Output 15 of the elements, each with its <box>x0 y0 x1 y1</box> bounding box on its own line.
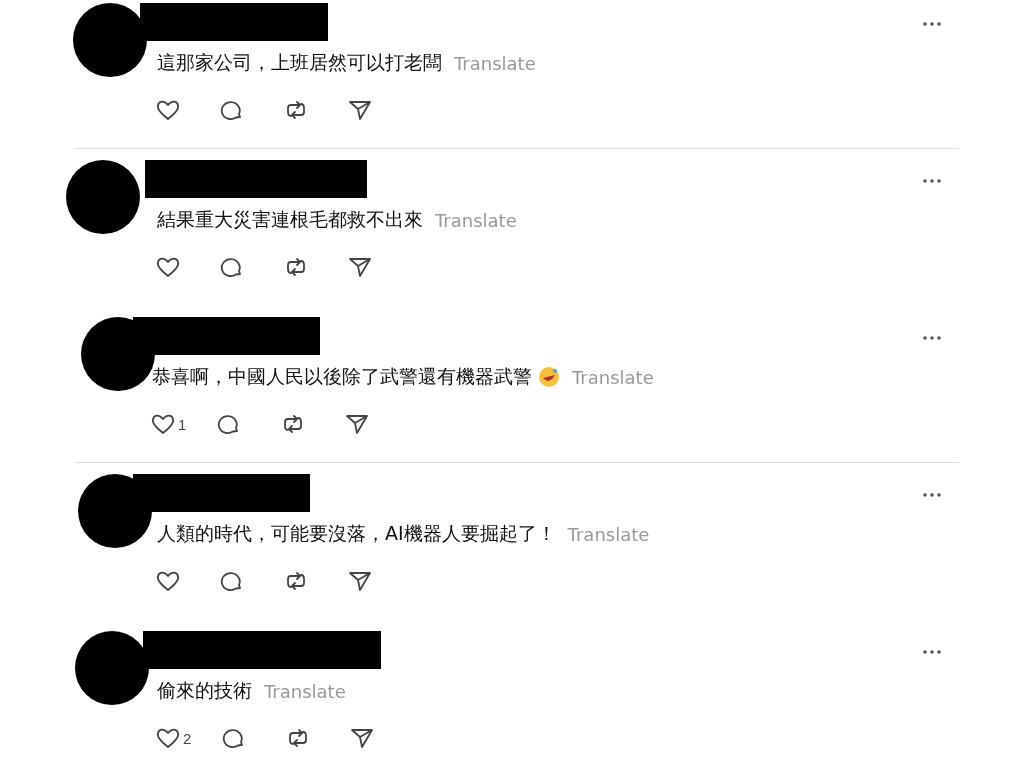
translate-link[interactable]: Translate <box>572 366 654 388</box>
comment-text: 結果重大災害連根毛都救不出來 <box>157 207 423 232</box>
translate-link[interactable]: Translate <box>454 52 536 74</box>
more-options-icon[interactable] <box>922 21 942 27</box>
comment-text: 這那家公司，上班居然可以打老闆 <box>157 50 442 75</box>
comment-text: 恭喜啊，中國人民以後除了武警還有機器武警 <box>152 364 532 389</box>
comment-text: 人類的時代，可能要沒落，AI機器人要掘起了！ <box>157 521 556 546</box>
more-options-icon[interactable] <box>922 492 942 498</box>
more-options-icon[interactable] <box>922 335 942 341</box>
more-options-icon[interactable] <box>922 649 942 655</box>
translate-link[interactable]: Translate <box>435 209 517 231</box>
translate-link[interactable]: Translate <box>567 523 650 545</box>
more-options-icon[interactable] <box>922 178 942 184</box>
comment-text: 偷來的技術 <box>157 678 252 703</box>
translate-link[interactable]: Translate <box>264 680 346 702</box>
